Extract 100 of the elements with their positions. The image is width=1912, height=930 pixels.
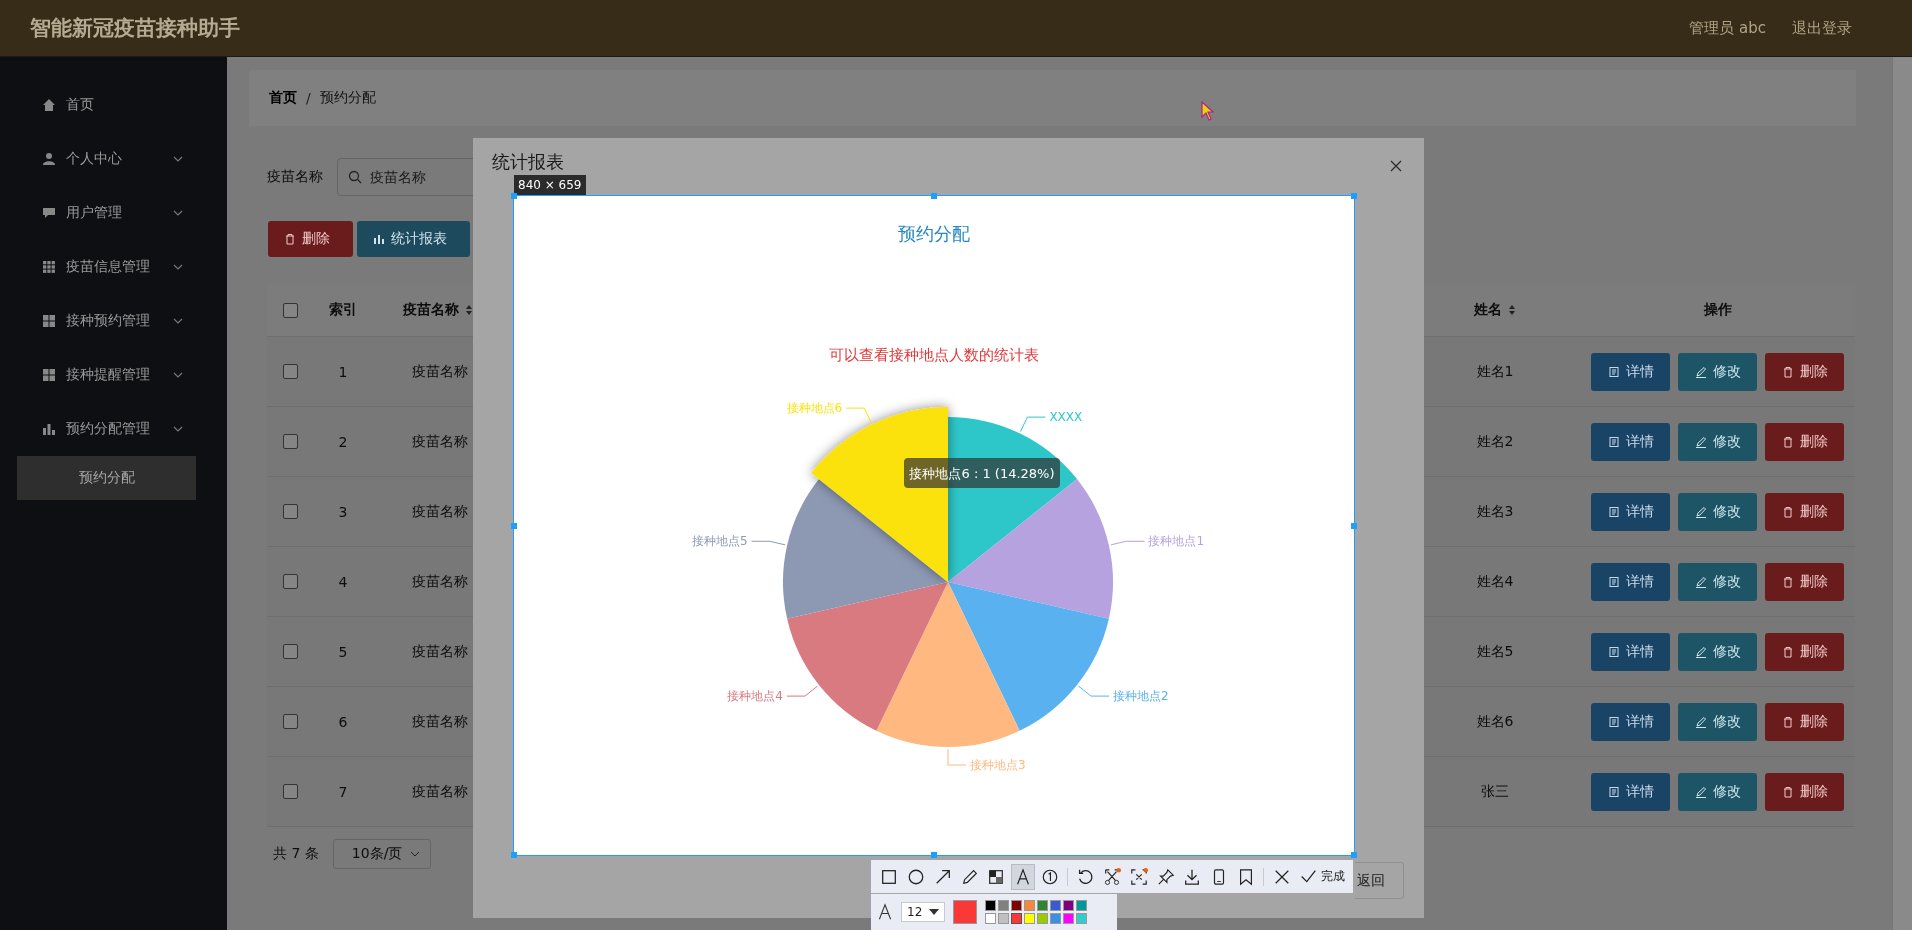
text-button[interactable]: [1010, 863, 1036, 890]
row-checkbox[interactable]: [282, 574, 298, 589]
current-color-swatch[interactable]: [953, 900, 977, 924]
pencil-icon: [1694, 785, 1707, 798]
leader-line: [1019, 416, 1046, 433]
resize-handle[interactable]: [511, 193, 517, 199]
row-checkbox[interactable]: [282, 364, 298, 379]
color-swatch[interactable]: [998, 913, 1009, 924]
pie-slice[interactable]: [948, 479, 1113, 619]
color-swatch[interactable]: [1024, 913, 1035, 924]
edit-button[interactable]: 修改: [1678, 772, 1757, 811]
menu-item[interactable]: 个人中心: [0, 132, 227, 186]
scrollbar[interactable]: [1892, 57, 1912, 930]
delete-button[interactable]: 删除: [1765, 562, 1844, 601]
row-checkbox[interactable]: [282, 504, 298, 519]
color-swatch[interactable]: [985, 900, 996, 911]
menu-item[interactable]: 接种预约管理: [0, 294, 227, 348]
pencil-icon: [1694, 505, 1707, 518]
color-swatch[interactable]: [1063, 913, 1074, 924]
leader-line: [947, 748, 967, 766]
close-icon[interactable]: [1390, 160, 1402, 172]
row-checkbox[interactable]: [282, 784, 298, 799]
font-size-select[interactable]: 12: [901, 902, 945, 922]
menu-item[interactable]: 首页: [0, 78, 227, 132]
delete-button[interactable]: 删除: [1765, 772, 1844, 811]
color-swatch[interactable]: [1037, 900, 1048, 911]
column-header[interactable]: 姓名: [1474, 301, 1502, 319]
detail-button[interactable]: 详情: [1591, 562, 1670, 601]
pie-slice[interactable]: [787, 582, 948, 731]
user-name: 管理员 abc: [1689, 18, 1766, 38]
detail-button[interactable]: 详情: [1591, 702, 1670, 741]
delete-button[interactable]: 删除: [1765, 422, 1844, 461]
edit-button[interactable]: 修改: [1678, 422, 1757, 461]
color-swatch[interactable]: [1050, 900, 1061, 911]
pie-slice[interactable]: [876, 582, 1020, 747]
breadcrumb-separator: /: [306, 90, 311, 106]
slice-label: 接种地点2: [1113, 689, 1169, 704]
chat-icon: [42, 206, 56, 220]
menu-item[interactable]: 预约分配管理: [0, 402, 227, 456]
row-checkbox[interactable]: [282, 644, 298, 659]
report-button[interactable]: 统计报表: [357, 221, 470, 257]
detail-button[interactable]: 详情: [1591, 492, 1670, 531]
slice-label: 接种地点1: [1148, 534, 1205, 549]
delete-button[interactable]: 删除: [1765, 352, 1844, 391]
leader-line: [1110, 540, 1145, 546]
color-swatch[interactable]: [1024, 900, 1035, 911]
pie-slice[interactable]: [783, 479, 948, 619]
slice-label: 接种地点3: [970, 758, 1026, 772]
edit-button[interactable]: 修改: [1678, 492, 1757, 531]
detail-button[interactable]: 详情: [1591, 772, 1670, 811]
menu-item[interactable]: 疫苗信息管理: [0, 240, 227, 294]
resize-handle[interactable]: [1351, 522, 1357, 529]
resize-handle[interactable]: [931, 852, 937, 858]
table-cell: 5: [338, 643, 348, 660]
leader-line: [786, 685, 818, 697]
detail-button[interactable]: 详情: [1591, 352, 1670, 391]
edit-button[interactable]: 修改: [1678, 562, 1757, 601]
square-icon: [880, 867, 899, 886]
resize-handle[interactable]: [1351, 852, 1357, 858]
submenu-item[interactable]: 预约分配: [17, 456, 196, 500]
resize-handle[interactable]: [511, 852, 517, 858]
detail-button[interactable]: 详情: [1591, 422, 1670, 461]
menu-item[interactable]: 接种提醒管理: [0, 348, 227, 402]
color-swatch[interactable]: [1037, 913, 1048, 924]
table-cell: 姓名2: [1476, 432, 1514, 451]
page-size-select[interactable]: 10条/页: [332, 839, 431, 869]
column-header[interactable]: 疫苗名称: [403, 301, 459, 319]
detail-button[interactable]: 详情: [1591, 632, 1670, 671]
capture-area[interactable]: 预约分配 可以查看接种地点人数的统计表 接种地点6 XXXX 接种地点6 : 1 (14.28%) 接种地点5 接种地点1 接种地点4 接种地点2 接种地点3: [514, 196, 1354, 855]
logout-link[interactable]: 退出登录: [1792, 18, 1852, 38]
edit-button[interactable]: 修改: [1678, 632, 1757, 671]
delete-button[interactable]: 删除: [1765, 492, 1844, 531]
leader-line: [751, 540, 786, 546]
color-swatch[interactable]: [1011, 900, 1022, 911]
check-icon: [1299, 868, 1317, 885]
sort-icon[interactable]: [1508, 304, 1516, 316]
row-checkbox[interactable]: [282, 714, 298, 729]
color-swatch[interactable]: [985, 913, 996, 924]
resize-handle[interactable]: [1351, 193, 1357, 199]
color-swatch[interactable]: [1063, 900, 1074, 911]
delete-button[interactable]: 删除: [268, 221, 353, 257]
breadcrumb-link[interactable]: 首页: [269, 89, 297, 107]
edit-button[interactable]: 修改: [1678, 352, 1757, 391]
color-swatch[interactable]: [1076, 900, 1087, 911]
delete-button[interactable]: 删除: [1765, 702, 1844, 741]
menu-item[interactable]: 用户管理: [0, 186, 227, 240]
resize-handle[interactable]: [931, 193, 937, 199]
edit-button[interactable]: 修改: [1678, 702, 1757, 741]
resize-handle[interactable]: [511, 522, 517, 529]
row-checkbox[interactable]: [282, 434, 298, 449]
color-swatch[interactable]: [1050, 913, 1061, 924]
delete-button[interactable]: 删除: [1765, 632, 1844, 671]
color-swatch[interactable]: [1076, 913, 1087, 924]
select-all-checkbox[interactable]: [282, 302, 298, 318]
breadcrumb-link[interactable]: 预约分配: [319, 89, 376, 107]
back-button[interactable]: 返回: [1355, 862, 1404, 899]
done-button[interactable]: 完成: [1297, 868, 1347, 885]
column-header: 索引: [329, 301, 357, 319]
color-swatch[interactable]: [998, 900, 1009, 911]
color-swatch[interactable]: [1011, 913, 1022, 924]
